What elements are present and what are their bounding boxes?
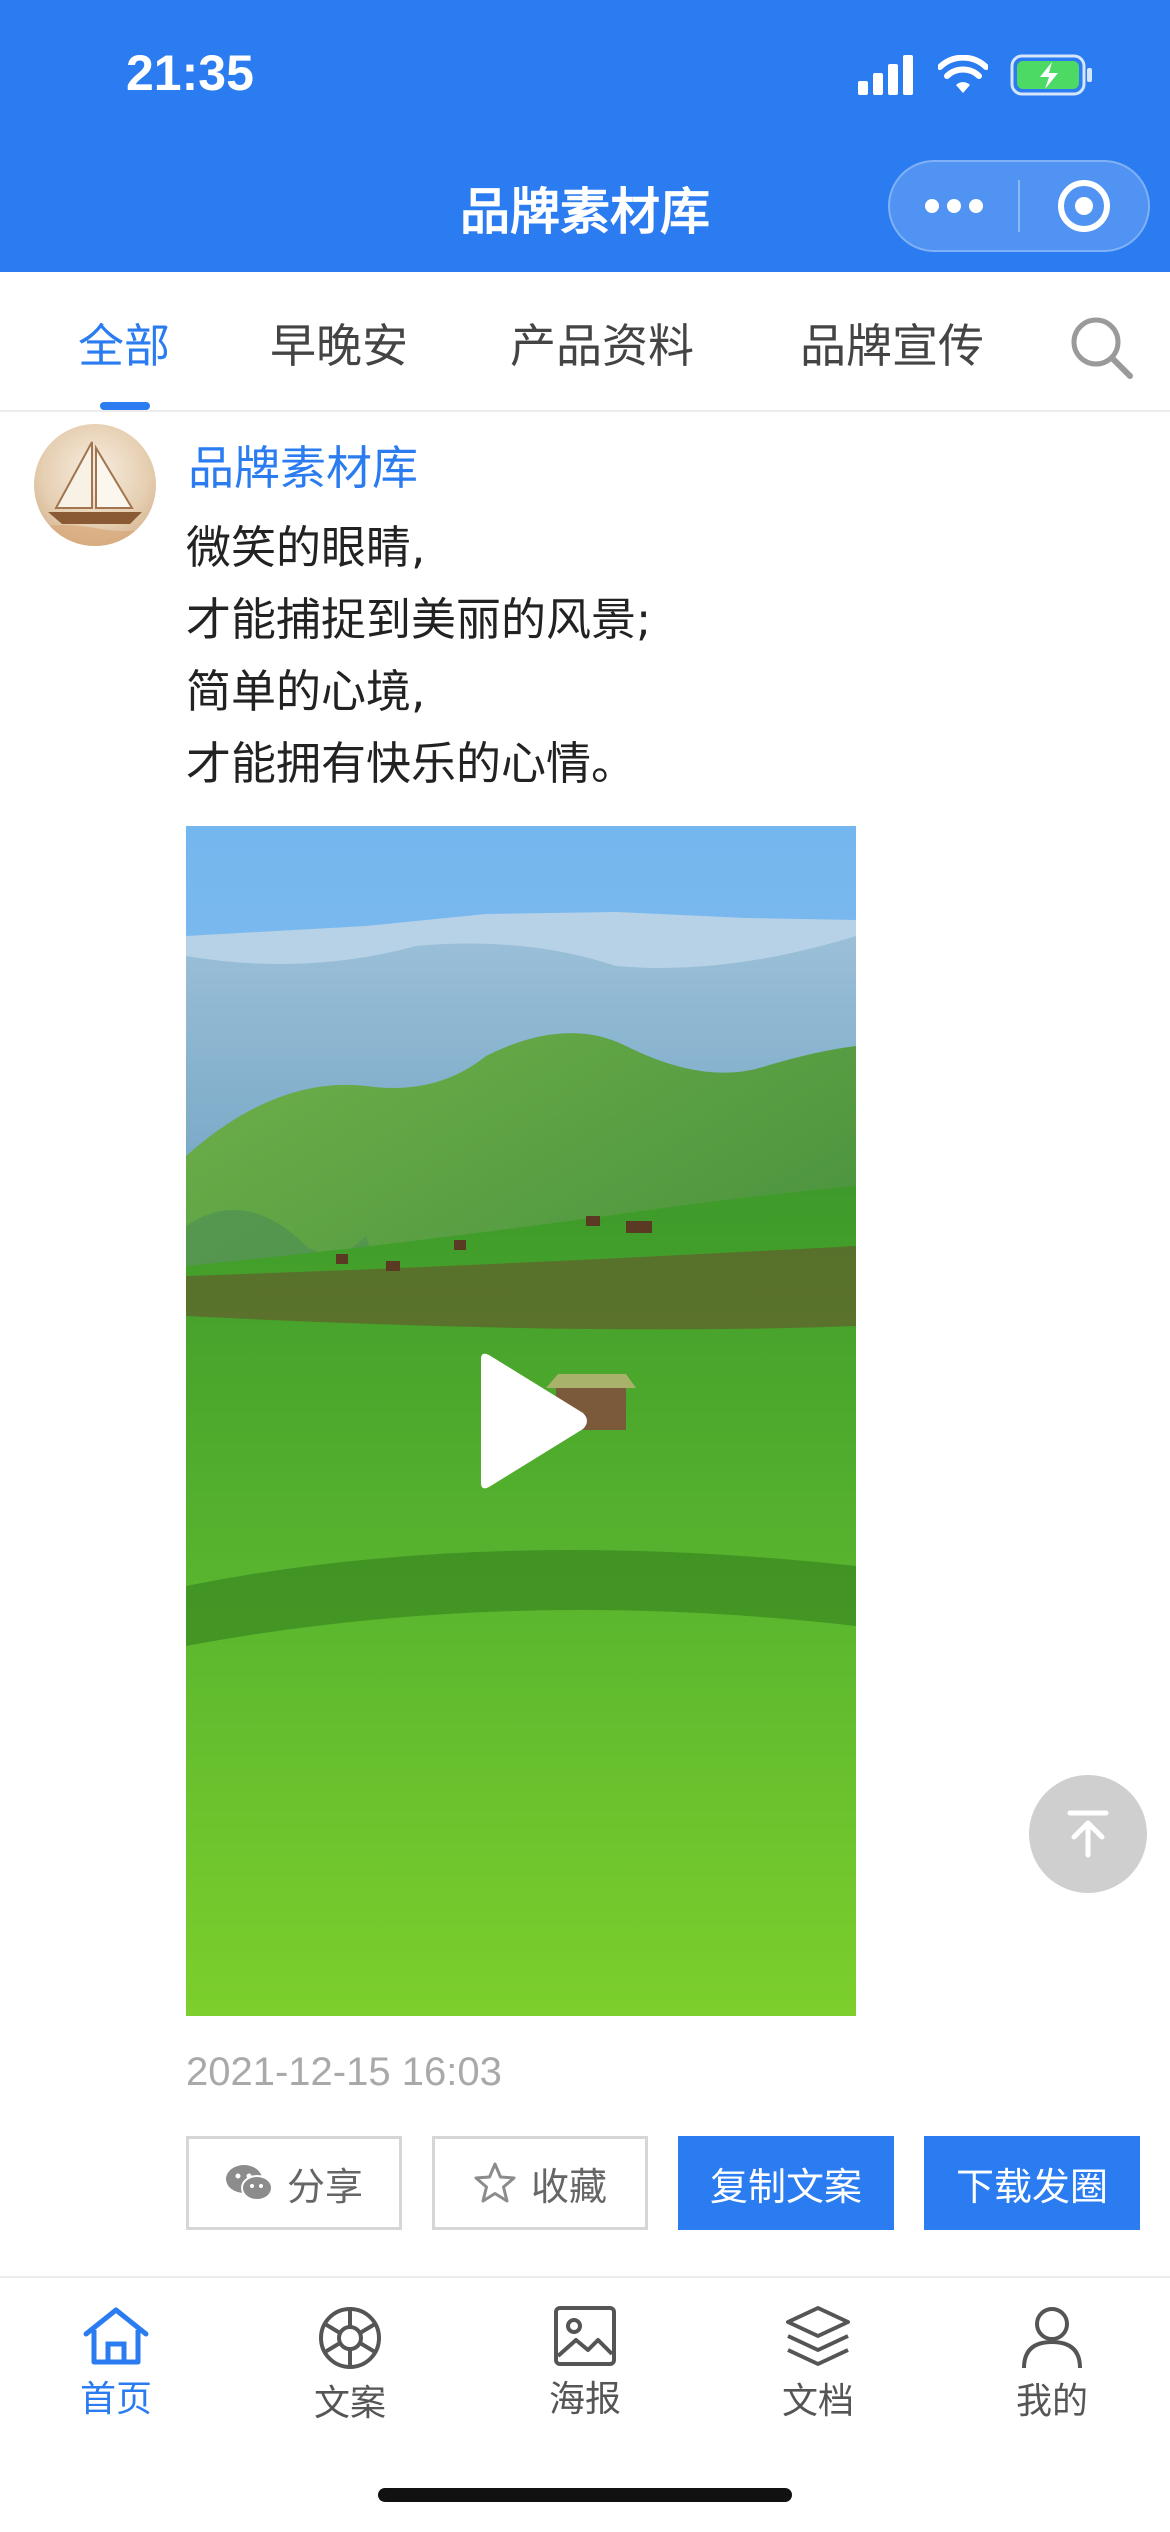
nav-mine-label: 我的 [1015,2381,1088,2422]
tab-brand-promo[interactable]: 品牌宣传 [800,310,984,376]
post-author[interactable]: 品牌素材库 [188,432,418,498]
home-indicator [378,2488,792,2502]
home-icon [83,2307,149,2365]
top-bar: 21:35 品牌素材库 [0,0,1170,272]
share-label: 分享 [286,2164,363,2209]
aperture-icon [319,2307,381,2369]
wifi-icon [938,55,988,93]
nav-poster[interactable]: 海报 [505,2304,665,2434]
tab-product-info[interactable]: 产品资料 [510,310,694,376]
more-dots-icon [925,199,983,213]
favorite-label: 收藏 [530,2164,607,2209]
post-line: 微笑的眼睛, [186,521,426,574]
sailboat-icon [34,441,156,546]
target-icon [1057,180,1110,232]
nav-documents[interactable]: 文档 [738,2304,898,2434]
back-to-top-button[interactable] [1029,1775,1147,1893]
post-timestamp: 2021-12-15 16:03 [186,2050,502,2094]
tab-all[interactable]: 全部 [78,310,170,376]
nav-documents-label: 文档 [781,2381,854,2422]
image-icon [554,2306,616,2366]
more-button[interactable] [890,160,1018,252]
close-miniprogram-button[interactable] [1020,160,1148,252]
nav-mine[interactable]: 我的 [972,2304,1132,2434]
signal-icon [858,55,913,95]
copy-text-button[interactable]: 复制文案 [678,2136,894,2230]
nav-poster-label: 海报 [548,2379,621,2420]
post-line: 才能拥有快乐的心情。 [186,737,637,790]
active-tab-indicator [100,402,150,410]
nav-copywriting[interactable]: 文案 [270,2304,430,2434]
star-icon [474,2162,516,2203]
layers-icon [786,2306,850,2366]
play-icon[interactable] [471,1351,591,1491]
arrow-up-to-top-icon [1067,1810,1109,1858]
category-tabs: 全部 早晚安 产品资料 品牌宣传 [0,272,1170,412]
post-line: 才能捕捉到美丽的风景; [186,593,652,646]
status-time: 21:35 [126,45,254,101]
nav-home-label: 首页 [79,2379,152,2420]
nav-copywriting-label: 文案 [313,2383,386,2424]
status-icons [858,52,1094,98]
wechat-icon [225,2165,273,2201]
download-post-button[interactable]: 下载发圈 [924,2136,1140,2230]
nav-home[interactable]: 首页 [36,2304,196,2434]
post-text: 微笑的眼睛, 才能捕捉到美丽的风景; 简单的心境, 才能拥有快乐的心情。 [186,512,1086,800]
post-line: 简单的心境, [186,665,426,718]
video-thumbnail[interactable] [186,826,856,2016]
favorite-button[interactable]: 收藏 [432,2136,648,2230]
search-icon[interactable] [1066,312,1136,382]
battery-charging-icon [1010,54,1092,96]
user-icon [1022,2307,1082,2369]
share-button[interactable]: 分享 [186,2136,402,2230]
tab-morning-evening[interactable]: 早晚安 [270,310,408,376]
avatar[interactable] [34,424,156,546]
mini-program-capsule [888,160,1150,252]
